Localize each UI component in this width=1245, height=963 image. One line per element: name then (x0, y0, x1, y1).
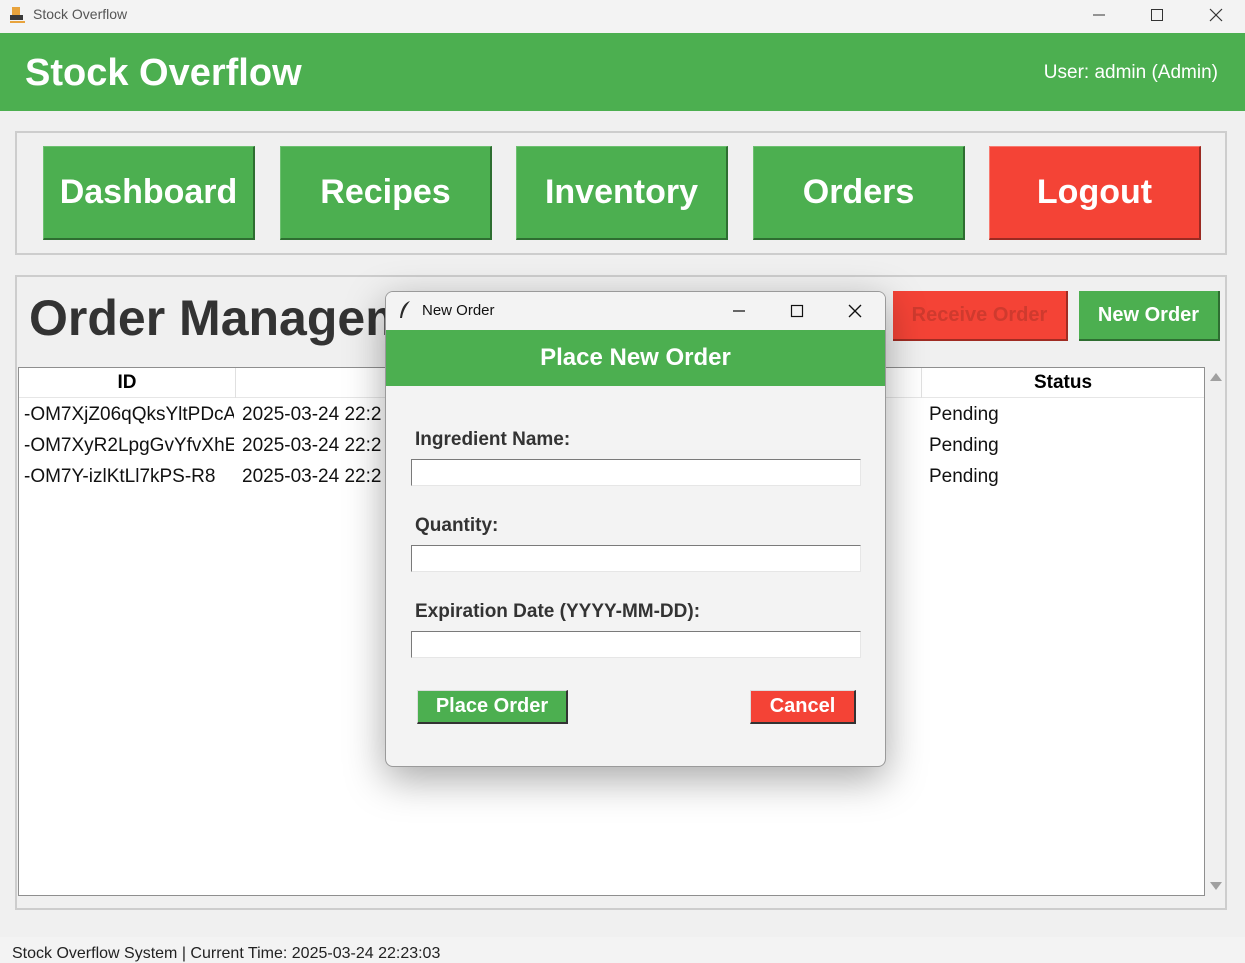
minimize-button[interactable] (1070, 0, 1128, 30)
quantity-input[interactable] (411, 545, 861, 572)
receive-order-button[interactable]: Receive Order (893, 291, 1068, 341)
ingredient-name-input[interactable] (411, 459, 861, 486)
user-label: User: admin (Admin) (1043, 62, 1218, 83)
scroll-down-arrow-icon[interactable] (1210, 882, 1222, 890)
app-title: Stock Overflow (25, 52, 302, 94)
nav-bar: Dashboard Recipes Inventory Orders Logou… (15, 131, 1227, 255)
close-icon (848, 304, 862, 318)
cell-status: Pending (929, 465, 999, 487)
dialog-heading: Place New Order (386, 330, 885, 386)
logout-button[interactable]: Logout (989, 146, 1201, 240)
status-bar: Stock Overflow System | Current Time: 20… (0, 937, 1245, 963)
column-header-status[interactable]: Status (922, 368, 1204, 398)
dialog-minimize-button[interactable] (714, 296, 764, 326)
app-header: Stock Overflow User: admin (Admin) (0, 33, 1245, 111)
ingredient-name-label: Ingredient Name: (415, 429, 571, 450)
maximize-button[interactable] (1128, 0, 1186, 30)
column-header-id[interactable]: ID (19, 368, 236, 398)
cell-status: Pending (929, 403, 999, 425)
cell-id: -OM7XjZ06qQksYltPDcA (24, 403, 234, 425)
close-icon (1209, 8, 1223, 22)
cancel-button[interactable]: Cancel (750, 690, 856, 724)
app-icon (10, 7, 25, 23)
minimize-icon (733, 310, 745, 312)
new-order-dialog: New Order Place New Order Ingredient Nam… (385, 291, 886, 767)
place-order-button[interactable]: Place Order (417, 690, 568, 724)
close-button[interactable] (1187, 0, 1245, 30)
window-title: Stock Overflow (33, 6, 128, 22)
table-scrollbar[interactable] (1207, 367, 1225, 896)
dialog-titlebar: New Order (386, 292, 885, 330)
window-titlebar: Stock Overflow (0, 0, 1245, 33)
cell-id: -OM7XyR2LpgGvYfvXhE (24, 434, 234, 456)
scroll-up-arrow-icon[interactable] (1210, 373, 1222, 381)
nav-recipes-button[interactable]: Recipes (280, 146, 492, 240)
cell-id: -OM7Y-izlKtLl7kPS-R8 (24, 465, 216, 487)
maximize-icon (790, 304, 804, 318)
nav-inventory-button[interactable]: Inventory (516, 146, 728, 240)
maximize-icon (1151, 9, 1163, 21)
dialog-window-title: New Order (422, 302, 495, 319)
expiration-date-label: Expiration Date (YYYY-MM-DD): (415, 601, 701, 622)
feather-icon (400, 301, 410, 318)
expiration-date-input[interactable] (411, 631, 861, 658)
nav-dashboard-button[interactable]: Dashboard (43, 146, 255, 240)
dialog-maximize-button[interactable] (772, 296, 822, 326)
dialog-close-button[interactable] (830, 296, 880, 326)
cell-status: Pending (929, 434, 999, 456)
new-order-button[interactable]: New Order (1079, 291, 1220, 341)
nav-orders-button[interactable]: Orders (753, 146, 965, 240)
minimize-icon (1093, 14, 1105, 16)
quantity-label: Quantity: (415, 515, 499, 536)
status-text: Stock Overflow System | Current Time: 20… (12, 945, 441, 962)
